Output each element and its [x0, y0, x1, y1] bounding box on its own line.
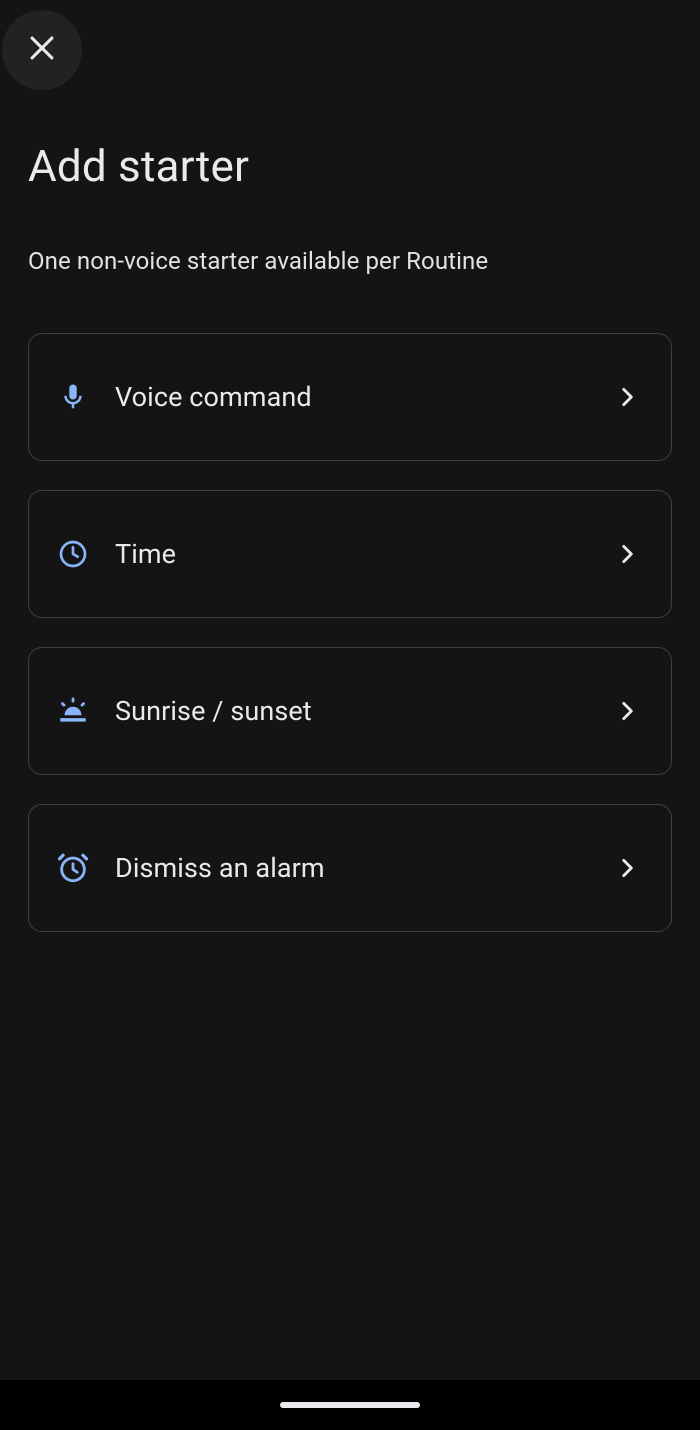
option-label: Voice command [115, 381, 613, 413]
chevron-right-icon [613, 698, 641, 724]
option-dismiss-alarm[interactable]: Dismiss an alarm [28, 804, 672, 932]
chevron-right-icon [613, 384, 641, 410]
main-content: Add starter One non-voice starter availa… [0, 0, 700, 932]
page-subtitle: One non-voice starter available per Rout… [28, 247, 672, 275]
alarm-icon [55, 850, 91, 886]
option-sunrise-sunset[interactable]: Sunrise / sunset [28, 647, 672, 775]
option-time[interactable]: Time [28, 490, 672, 618]
close-button[interactable] [2, 10, 82, 90]
chevron-right-icon [613, 855, 641, 881]
option-list: Voice command Time [28, 333, 672, 932]
option-label: Sunrise / sunset [115, 695, 613, 727]
clock-icon [55, 536, 91, 572]
nav-bar [0, 1380, 700, 1430]
microphone-icon [55, 379, 91, 415]
page-title: Add starter [28, 140, 672, 192]
chevron-right-icon [613, 541, 641, 567]
close-icon [25, 31, 59, 69]
option-voice-command[interactable]: Voice command [28, 333, 672, 461]
option-label: Dismiss an alarm [115, 852, 613, 884]
sunrise-icon [55, 693, 91, 729]
option-label: Time [115, 538, 613, 570]
nav-handle[interactable] [280, 1402, 420, 1408]
